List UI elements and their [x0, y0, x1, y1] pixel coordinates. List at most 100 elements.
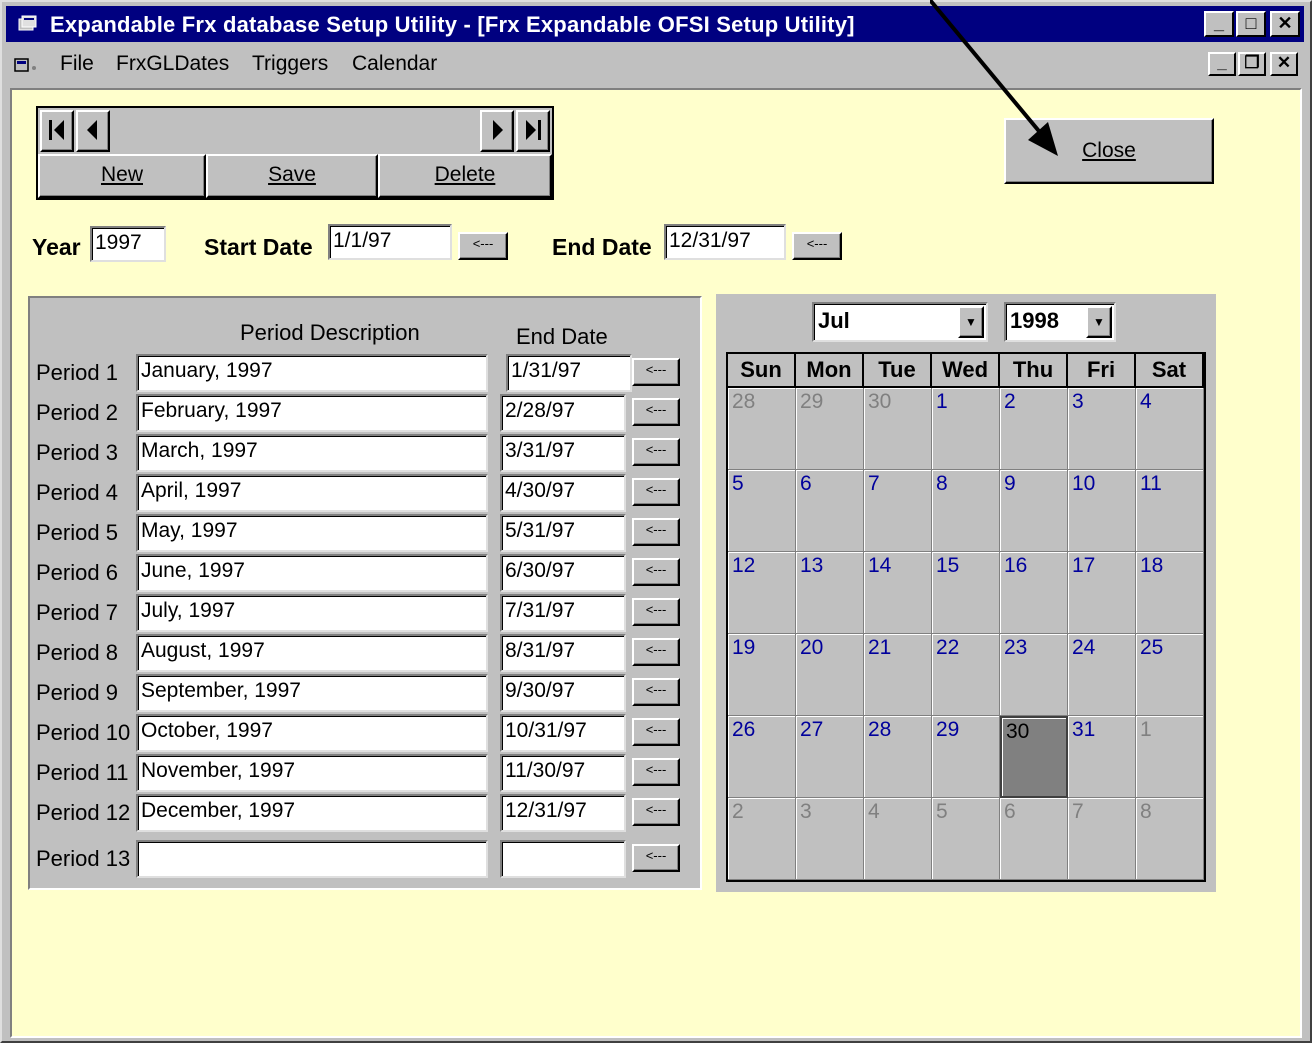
- child-close-button[interactable]: ✕: [1270, 52, 1298, 76]
- calendar-day[interactable]: 28: [728, 388, 796, 470]
- calendar-day[interactable]: 24: [1068, 634, 1136, 716]
- period-description-input[interactable]: November, 1997: [136, 754, 488, 792]
- calendar-day[interactable]: 2: [1000, 388, 1068, 470]
- previous-record-button[interactable]: [76, 110, 110, 152]
- calendar-day[interactable]: 5: [728, 470, 796, 552]
- calendar-day[interactable]: 15: [932, 552, 1000, 634]
- period-end-date-input[interactable]: 12/31/97: [500, 794, 626, 832]
- calendar-day[interactable]: 8: [932, 470, 1000, 552]
- calendar-day[interactable]: 10: [1068, 470, 1136, 552]
- next-record-button[interactable]: [480, 110, 514, 152]
- calendar-day[interactable]: 8: [1136, 798, 1204, 880]
- calendar-day[interactable]: 19: [728, 634, 796, 716]
- period-end-date-input[interactable]: 9/30/97: [500, 674, 626, 712]
- menu-file[interactable]: File: [60, 52, 94, 76]
- period-description-input[interactable]: July, 1997: [136, 594, 488, 632]
- calendar-day[interactable]: 2: [728, 798, 796, 880]
- first-record-button[interactable]: [40, 110, 74, 152]
- calendar-day[interactable]: 13: [796, 552, 864, 634]
- delete-button[interactable]: Delete: [378, 154, 552, 198]
- calendar-day[interactable]: 18: [1136, 552, 1204, 634]
- calendar-day[interactable]: 26: [728, 716, 796, 798]
- calendar-day[interactable]: 9: [1000, 470, 1068, 552]
- title-bar[interactable]: Expandable Frx database Setup Utility - …: [6, 6, 1304, 42]
- period-end-date-pick-button[interactable]: <---: [632, 558, 680, 586]
- start-date-pick-button[interactable]: <---: [458, 232, 508, 260]
- last-record-button[interactable]: [516, 110, 550, 152]
- period-description-input[interactable]: January, 1997: [136, 354, 488, 392]
- calendar-day-selected[interactable]: 30: [1000, 716, 1068, 798]
- start-date-input[interactable]: 1/1/97: [328, 224, 452, 260]
- maximize-button[interactable]: □: [1236, 11, 1266, 37]
- period-description-input[interactable]: February, 1997: [136, 394, 488, 432]
- month-dropdown-button[interactable]: ▼: [958, 306, 984, 338]
- new-button[interactable]: New: [38, 154, 206, 198]
- period-description-input[interactable]: [136, 840, 488, 878]
- menu-triggers[interactable]: Triggers: [252, 52, 328, 76]
- period-end-date-pick-button[interactable]: <---: [632, 718, 680, 746]
- calendar-day[interactable]: 28: [864, 716, 932, 798]
- calendar-day[interactable]: 31: [1068, 716, 1136, 798]
- calendar-day[interactable]: 29: [796, 388, 864, 470]
- menu-frxgldates[interactable]: FrxGLDates: [116, 52, 229, 76]
- period-end-date-input[interactable]: 8/31/97: [500, 634, 626, 672]
- period-description-input[interactable]: August, 1997: [136, 634, 488, 672]
- end-date-pick-button[interactable]: <---: [792, 232, 842, 260]
- end-date-input[interactable]: 12/31/97: [664, 224, 786, 260]
- period-description-input[interactable]: March, 1997: [136, 434, 488, 472]
- calendar-day[interactable]: 7: [864, 470, 932, 552]
- document-icon[interactable]: [14, 56, 38, 76]
- period-description-input[interactable]: May, 1997: [136, 514, 488, 552]
- child-minimize-button[interactable]: _: [1208, 52, 1236, 76]
- calendar-day[interactable]: 23: [1000, 634, 1068, 716]
- period-end-date-pick-button[interactable]: <---: [632, 478, 680, 506]
- period-description-input[interactable]: December, 1997: [136, 794, 488, 832]
- calendar-day[interactable]: 7: [1068, 798, 1136, 880]
- calendar-day[interactable]: 17: [1068, 552, 1136, 634]
- calendar-day[interactable]: 4: [1136, 388, 1204, 470]
- calendar-day[interactable]: 3: [1068, 388, 1136, 470]
- period-end-date-input[interactable]: 11/30/97: [500, 754, 626, 792]
- save-button[interactable]: Save: [206, 154, 378, 198]
- calendar-day[interactable]: 12: [728, 552, 796, 634]
- calendar-day[interactable]: 3: [796, 798, 864, 880]
- period-end-date-pick-button[interactable]: <---: [632, 798, 680, 826]
- period-description-input[interactable]: September, 1997: [136, 674, 488, 712]
- menu-calendar[interactable]: Calendar: [352, 52, 437, 76]
- calendar-day[interactable]: 29: [932, 716, 1000, 798]
- calendar-day[interactable]: 6: [1000, 798, 1068, 880]
- calendar-day[interactable]: 25: [1136, 634, 1204, 716]
- calendar-day[interactable]: 20: [796, 634, 864, 716]
- period-end-date-input[interactable]: 4/30/97: [500, 474, 626, 512]
- period-end-date-input[interactable]: 3/31/97: [500, 434, 626, 472]
- period-end-date-pick-button[interactable]: <---: [632, 844, 680, 872]
- child-restore-button[interactable]: ❐: [1238, 52, 1266, 76]
- period-description-input[interactable]: October, 1997: [136, 714, 488, 752]
- calendar-day[interactable]: 1: [1136, 716, 1204, 798]
- period-end-date-input[interactable]: 5/31/97: [500, 514, 626, 552]
- period-end-date-pick-button[interactable]: <---: [632, 398, 680, 426]
- calendar-day[interactable]: 27: [796, 716, 864, 798]
- period-end-date-pick-button[interactable]: <---: [632, 518, 680, 546]
- calendar-day[interactable]: 22: [932, 634, 1000, 716]
- year-select[interactable]: 1998 ▼: [1004, 302, 1116, 342]
- close-window-button[interactable]: ✕: [1270, 11, 1300, 37]
- calendar-day[interactable]: 1: [932, 388, 1000, 470]
- minimize-button[interactable]: _: [1204, 11, 1234, 37]
- calendar-day[interactable]: 16: [1000, 552, 1068, 634]
- period-end-date-input[interactable]: 7/31/97: [500, 594, 626, 632]
- year-dropdown-button[interactable]: ▼: [1086, 306, 1112, 338]
- calendar-day[interactable]: 11: [1136, 470, 1204, 552]
- period-description-input[interactable]: June, 1997: [136, 554, 488, 592]
- period-end-date-input[interactable]: 10/31/97: [500, 714, 626, 752]
- period-end-date-input[interactable]: 1/31/97: [506, 354, 632, 392]
- calendar-day[interactable]: 30: [864, 388, 932, 470]
- period-end-date-pick-button[interactable]: <---: [632, 358, 680, 386]
- calendar-day[interactable]: 5: [932, 798, 1000, 880]
- period-end-date-input[interactable]: 6/30/97: [500, 554, 626, 592]
- period-end-date-input[interactable]: [500, 840, 626, 878]
- period-end-date-pick-button[interactable]: <---: [632, 758, 680, 786]
- period-end-date-pick-button[interactable]: <---: [632, 678, 680, 706]
- calendar-day[interactable]: 14: [864, 552, 932, 634]
- calendar-day[interactable]: 6: [796, 470, 864, 552]
